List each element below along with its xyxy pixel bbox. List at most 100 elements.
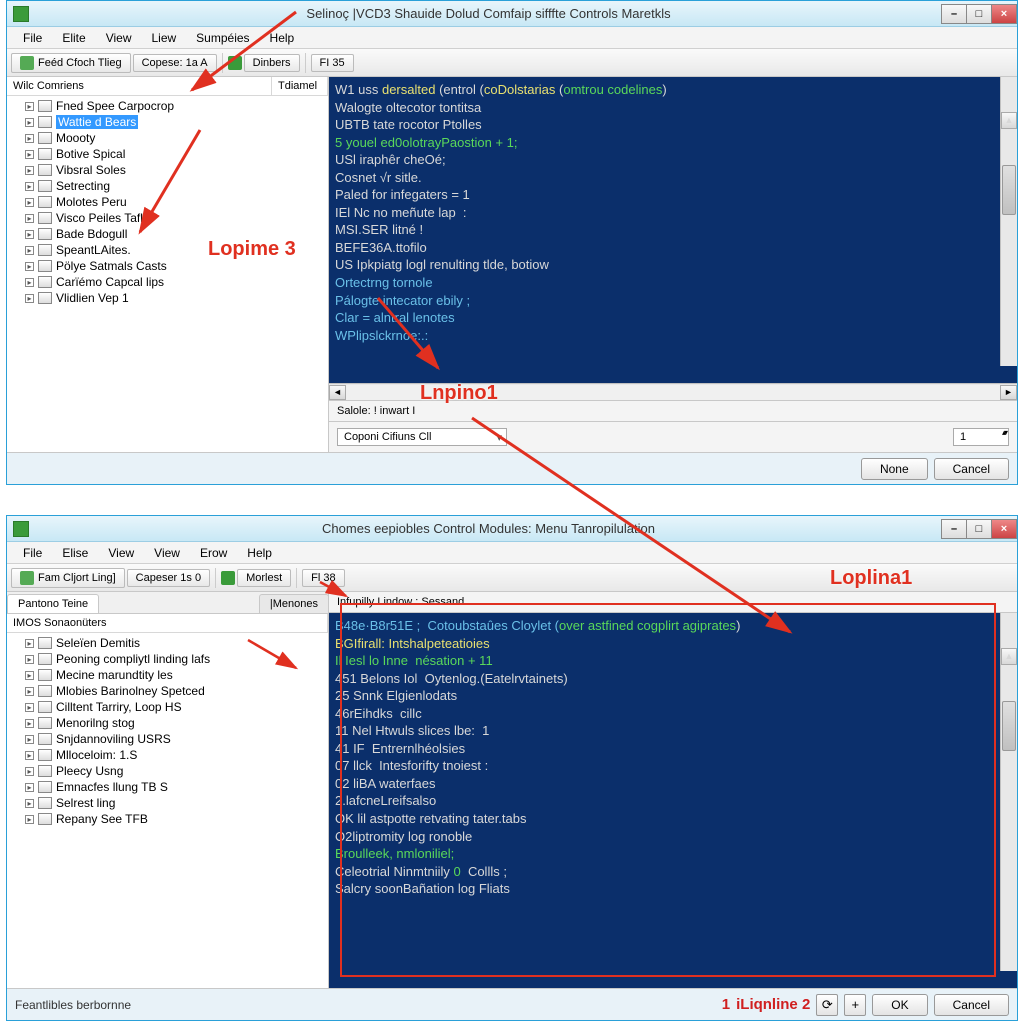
cancel-button[interactable]: Cancel: [934, 458, 1009, 480]
tree-item[interactable]: ▸Visco Peiles Tafl: [7, 210, 328, 226]
scroll-right-icon[interactable]: ►: [1000, 385, 1017, 400]
tree-item[interactable]: ▸Mlobies Barinolney Spetced: [7, 683, 328, 699]
refresh-button[interactable]: ⟳: [816, 994, 838, 1016]
tree-item[interactable]: ▸Vibsral Soles: [7, 162, 328, 178]
filter-combo[interactable]: Coponi Cifiuns Cll: [337, 428, 507, 446]
expand-icon[interactable]: ▸: [25, 134, 34, 143]
toolbar-btn-3[interactable]: Dinbers: [244, 54, 300, 72]
tree-item[interactable]: ▸Selrest ling: [7, 795, 328, 811]
expand-icon[interactable]: ▸: [25, 278, 34, 287]
tree-item[interactable]: ▸Wattie d Bears: [7, 114, 328, 130]
gear-icon[interactable]: [228, 56, 242, 70]
expand-icon[interactable]: ▸: [25, 214, 34, 223]
expand-icon[interactable]: ▸: [25, 671, 34, 680]
expand-icon[interactable]: ▸: [25, 815, 34, 824]
tree-item[interactable]: ▸Setrecting: [7, 178, 328, 194]
close-button[interactable]: ×: [991, 519, 1017, 539]
expand-icon[interactable]: ▸: [25, 246, 34, 255]
expand-icon[interactable]: ▸: [25, 735, 34, 744]
tab-pantono[interactable]: Pantono Teine: [7, 594, 99, 613]
horizontal-scrollbar[interactable]: ◄ ►: [329, 383, 1017, 400]
tree-item[interactable]: ▸Bade Bdogull: [7, 226, 328, 242]
tree-item[interactable]: ▸Repany See TFB: [7, 811, 328, 827]
toolbar-btn-4[interactable]: Fl 38: [302, 569, 344, 587]
expand-icon[interactable]: ▸: [25, 751, 34, 760]
minimize-button[interactable]: –: [941, 4, 967, 24]
toolbar-btn-2[interactable]: Capeser 1s 0: [127, 569, 210, 587]
expand-icon[interactable]: ▸: [25, 198, 34, 207]
expand-icon[interactable]: ▸: [25, 182, 34, 191]
maximize-button[interactable]: □: [966, 519, 992, 539]
toolbar-btn-2[interactable]: Copese: 1a A: [133, 54, 217, 72]
menu-erow[interactable]: Erow: [190, 544, 237, 562]
minimize-button[interactable]: –: [941, 519, 967, 539]
vertical-scrollbar[interactable]: ▲: [1000, 77, 1017, 366]
tree-item[interactable]: ▸Vlidlien Vep 1: [7, 290, 328, 306]
tree-item[interactable]: ▸Pleecy Usng: [7, 763, 328, 779]
menu-liew[interactable]: Liew: [141, 29, 186, 47]
menu-help[interactable]: Help: [237, 544, 282, 562]
tree-item[interactable]: ▸Carïémo Capcal lips: [7, 274, 328, 290]
scroll-thumb[interactable]: [1002, 165, 1016, 215]
none-button[interactable]: None: [861, 458, 928, 480]
maximize-button[interactable]: □: [966, 4, 992, 24]
tree-item[interactable]: ▸Mecine marundtity les: [7, 667, 328, 683]
expand-icon[interactable]: ▸: [25, 655, 34, 664]
scroll-up-icon[interactable]: ▲: [1001, 112, 1017, 129]
close-button[interactable]: ×: [991, 4, 1017, 24]
expand-icon[interactable]: ▸: [25, 687, 34, 696]
toolbar-btn-1[interactable]: Feéd Cfoch Tlieg: [11, 53, 131, 73]
tree-item[interactable]: ▸Pölye Satmals Casts: [7, 258, 328, 274]
tree-item[interactable]: ▸Fned Spee Carpocrop: [7, 98, 328, 114]
menu-file[interactable]: File: [13, 29, 52, 47]
expand-icon[interactable]: ▸: [25, 230, 34, 239]
tree-item[interactable]: ▸Peoning compliytl linding lafs: [7, 651, 328, 667]
add-button[interactable]: +: [844, 994, 866, 1016]
ok-button[interactable]: OK: [872, 994, 927, 1016]
tree-item[interactable]: ▸Cilltent Tarriry, Loop HS: [7, 699, 328, 715]
expand-icon[interactable]: ▸: [25, 118, 34, 127]
menu-view[interactable]: View: [96, 29, 142, 47]
toolbar-btn-4[interactable]: FI 35: [311, 54, 354, 72]
tree-item[interactable]: ▸Seleïen Demitis: [7, 635, 328, 651]
menu-elise[interactable]: Elise: [52, 544, 98, 562]
expand-icon[interactable]: ▸: [25, 294, 34, 303]
toolbar-btn-1[interactable]: Fam Cljort Ling]: [11, 568, 125, 588]
expand-icon[interactable]: ▸: [25, 262, 34, 271]
expand-icon[interactable]: ▸: [25, 767, 34, 776]
count-spinner[interactable]: 1: [953, 428, 1009, 446]
tree-item[interactable]: ▸Emnacfes llung TB S: [7, 779, 328, 795]
menu-sumpéies[interactable]: Sumpéies: [186, 29, 259, 47]
expand-icon[interactable]: ▸: [25, 150, 34, 159]
tab-menones[interactable]: |Menones: [259, 594, 329, 613]
scroll-left-icon[interactable]: ◄: [329, 385, 346, 400]
menu-help[interactable]: Help: [260, 29, 305, 47]
menu-file[interactable]: File: [13, 544, 52, 562]
expand-icon[interactable]: ▸: [25, 166, 34, 175]
expand-icon[interactable]: ▸: [25, 799, 34, 808]
tree-item[interactable]: ▸Menorilng stog: [7, 715, 328, 731]
menu-elite[interactable]: Elite: [52, 29, 95, 47]
tree-item[interactable]: ▸Botive Spical: [7, 146, 328, 162]
vertical-scrollbar[interactable]: ▲: [1000, 613, 1017, 971]
tree-item[interactable]: ▸Snjdannoviling USRS: [7, 731, 328, 747]
toolbar-btn-3[interactable]: Morlest: [237, 569, 291, 587]
scroll-up-icon[interactable]: ▲: [1001, 648, 1017, 665]
scroll-thumb[interactable]: [1002, 701, 1016, 751]
tree-item[interactable]: ▸Mlloceloim: 1.S: [7, 747, 328, 763]
tree[interactable]: ▸Seleïen Demitis▸Peoning compliytl lindi…: [7, 633, 328, 988]
menu-view[interactable]: View: [98, 544, 144, 562]
tree-item[interactable]: ▸Moooty: [7, 130, 328, 146]
expand-icon[interactable]: ▸: [25, 703, 34, 712]
menu-view[interactable]: View: [144, 544, 190, 562]
tree[interactable]: ▸Fned Spee Carpocrop▸Wattie d Bears▸Mooo…: [7, 96, 328, 452]
tree-item[interactable]: ▸Molotes Peru: [7, 194, 328, 210]
expand-icon[interactable]: ▸: [25, 783, 34, 792]
expand-icon[interactable]: ▸: [25, 102, 34, 111]
cancel-button[interactable]: Cancel: [934, 994, 1009, 1016]
gear-icon[interactable]: [221, 571, 235, 585]
tree-item[interactable]: ▸SpeantLAites.: [7, 242, 328, 258]
expand-icon[interactable]: ▸: [25, 719, 34, 728]
expand-icon[interactable]: ▸: [25, 639, 34, 648]
node-icon: [38, 260, 52, 272]
